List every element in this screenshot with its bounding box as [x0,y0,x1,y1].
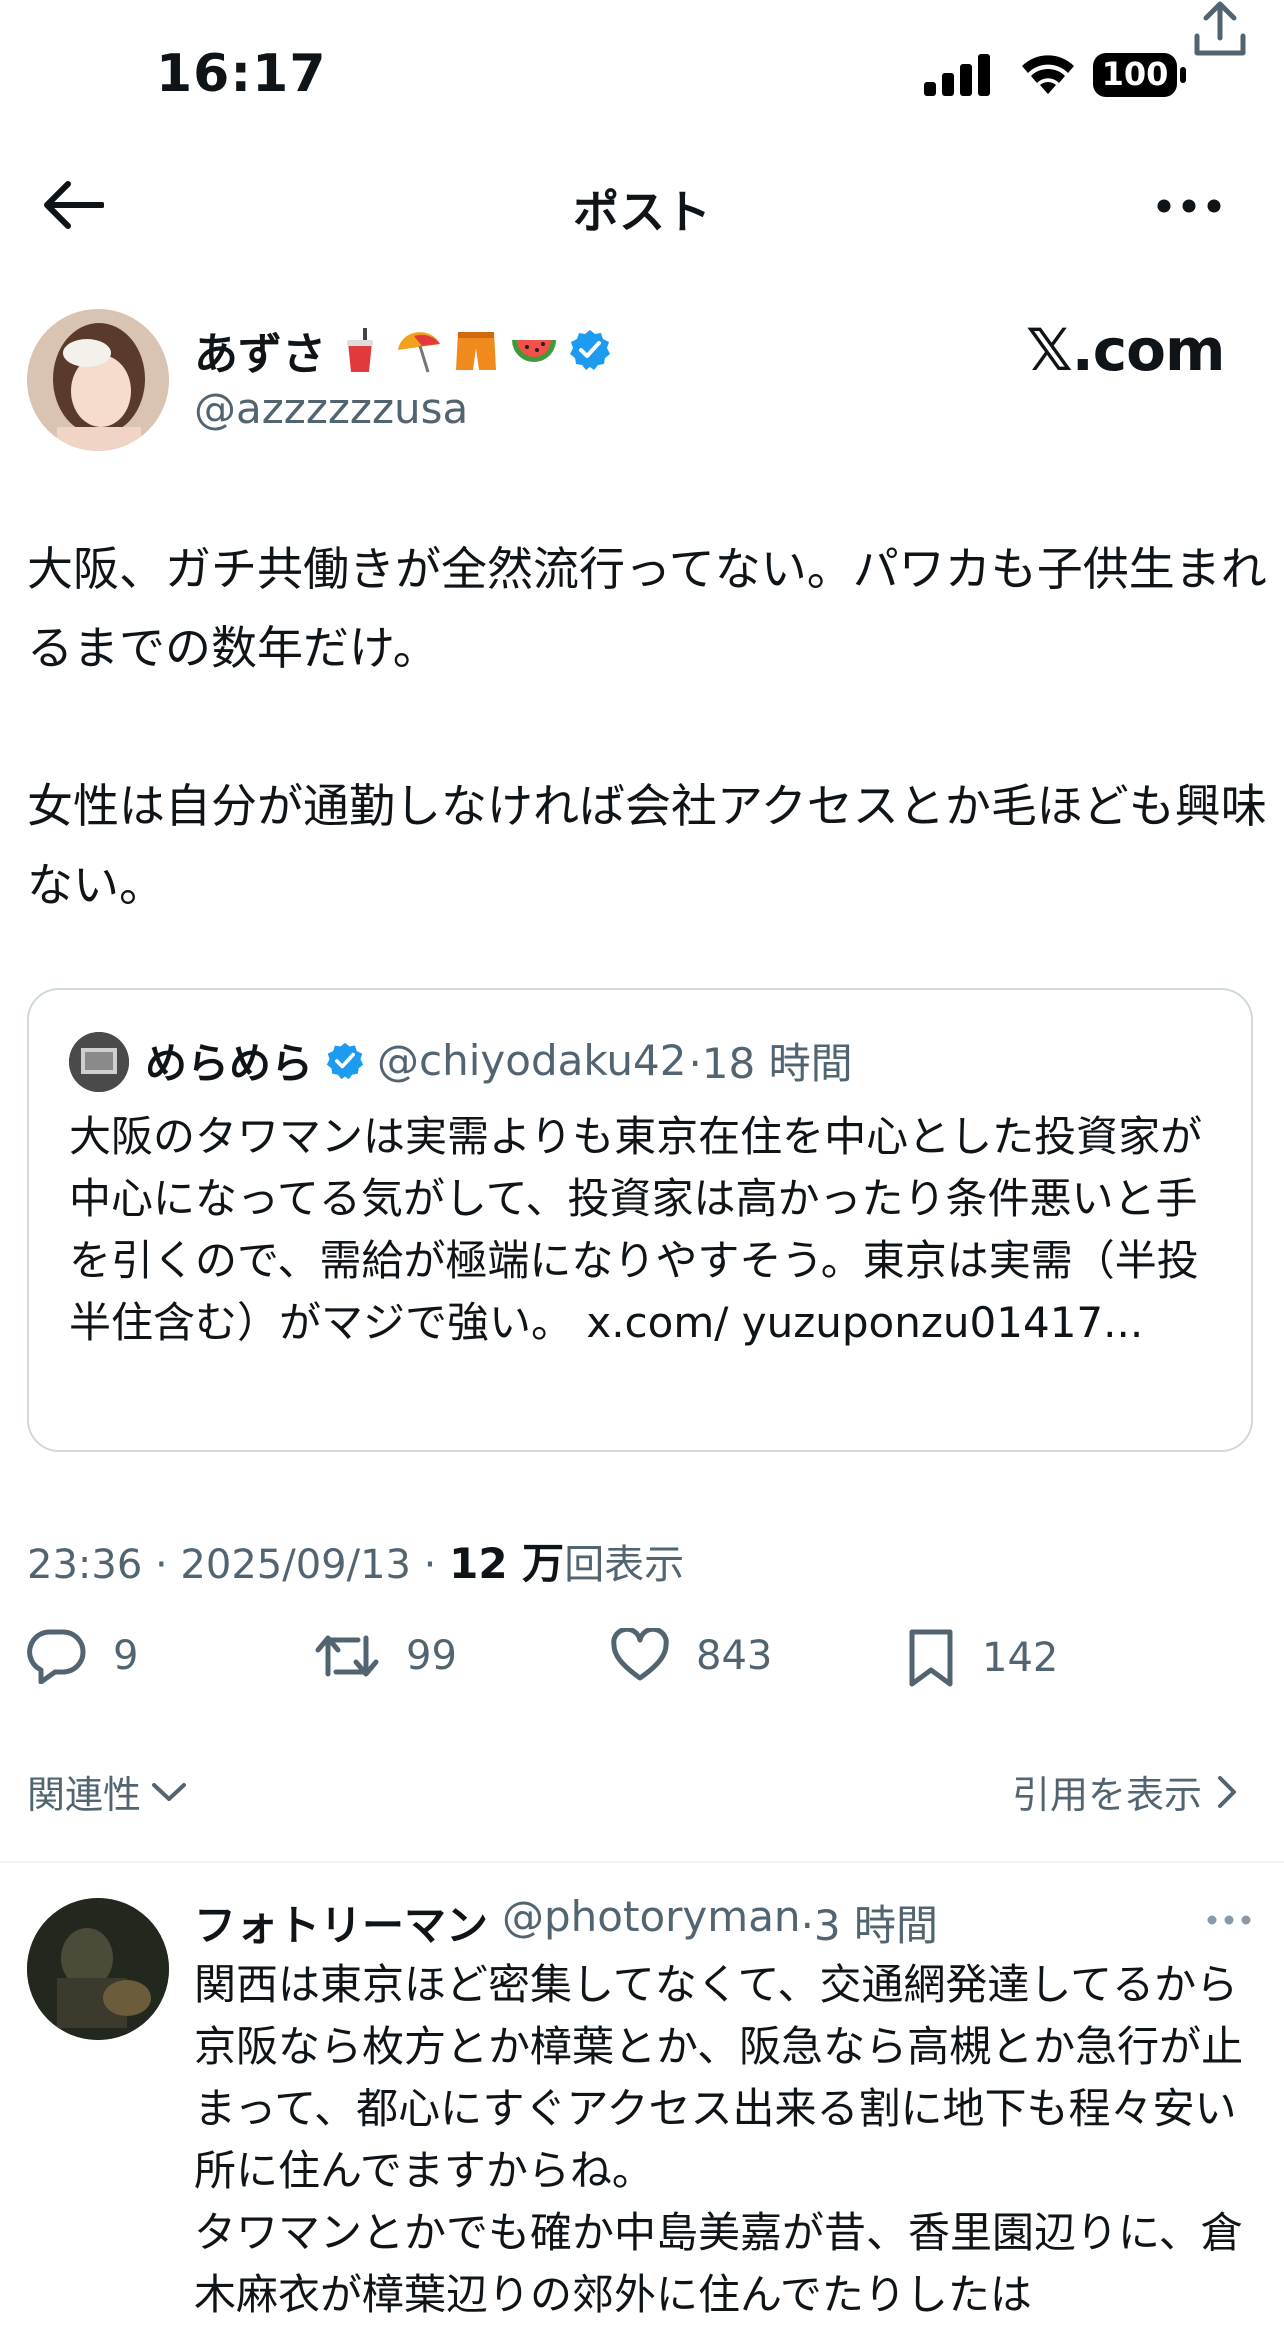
reply-header: フォトリーマン @photoryman ·3 時間 [194,1892,938,1953]
post-paragraph: 女性は自分が通勤しなければ会社アクセスとか毛ほども興味ない。 [27,779,1267,912]
view-quotes-label: 引用を表示 [1012,1773,1203,1817]
wifi-icon [1022,55,1074,94]
quoted-post-text: 大阪のタワマンは実需よりも東京在住を中心とした投資家が中心になってる気がして、投… [69,1112,1203,1347]
bookmark-count: 142 [982,1635,1059,1681]
post-text: 大阪、ガチ共働きが全然流行ってない。パワカも子供生まれるまでの数年だけ。 女性は… [27,530,1267,925]
sort-label: 関連性 [27,1773,142,1817]
bookmark-button[interactable]: 142 [906,1628,1058,1688]
cellular-signal-icon [924,54,990,96]
quoted-author-avatar [69,1032,129,1092]
x-brand-label: 𝕏.com [1026,316,1225,384]
author-handle[interactable]: @azzzzzzusa [194,384,468,433]
reply-author-handle[interactable]: @photoryman [502,1892,801,1953]
battery-level: 100 [1101,55,1169,93]
quoted-author-handle: @chiyodaku42 [377,1036,687,1085]
quoted-post-time: ·18 時間 [688,1039,853,1088]
reply-count: 9 [113,1633,139,1679]
quoted-author-name: めらめら [145,1039,314,1088]
battery-indicator: 100 [1092,52,1188,102]
swim-shorts-icon [456,332,496,370]
reply-button[interactable]: 9 [27,1628,138,1684]
quoted-post-header: めらめら @chiyodaku42 ·18 時間 [145,1030,853,1091]
page-title: ポスト [573,185,711,239]
verified-badge-icon [570,330,610,370]
reply-author-name[interactable]: フォトリーマン [194,1892,488,1953]
author-avatar[interactable] [27,309,169,451]
repost-button[interactable]: 99 [314,1628,457,1684]
post-timestamp: 23:36 · 2025/09/13 · [27,1542,450,1588]
reply-more-icon[interactable] [1206,1914,1252,1926]
author-avatar-image [27,309,169,451]
chevron-down-icon [152,1782,187,1801]
view-count-label: 回表示 [564,1542,685,1588]
bookmark-icon [909,1629,953,1687]
chevron-right-icon [1218,1775,1237,1808]
status-time: 16:17 [156,44,327,104]
post-paragraph: 大阪、ガチ共働きが全然流行ってない。パワカも子供生まれるまでの数年だけ。 [27,542,1267,675]
quoted-post-card[interactable]: めらめら @chiyodaku42 ·18 時間 大阪のタワマンは実需よりも東京… [27,988,1253,1452]
sort-dropdown[interactable]: 関連性 [27,1764,187,1819]
view-count: 12 万 [449,1539,565,1588]
repost-count: 99 [406,1633,457,1679]
divider [0,1861,1284,1863]
drink-cup-icon [347,328,373,372]
post-meta: 23:36 · 2025/09/13 · 12 万回表示 [27,1530,684,1591]
author-name: あずさ [194,329,326,380]
beach-umbrella-icon [398,332,440,373]
author-name-row[interactable]: あずさ [194,318,612,382]
quoted-avatar-image [69,1032,129,1092]
repost-icon [315,1635,379,1677]
more-options-icon[interactable] [1154,196,1224,216]
heart-icon [611,1628,669,1681]
reply-text: 関西は東京ほど密集してなくて、交通網発達してるから 京阪なら枚方とか樟葉とか、阪… [194,1960,1244,2319]
reply-time: ·3 時間 [800,1901,938,1950]
reply-icon [27,1629,86,1684]
reply-author-avatar[interactable] [27,1898,169,2040]
reply-avatar-image [27,1898,169,2040]
share-icon[interactable] [1192,0,1248,58]
watermelon-icon [512,340,556,362]
like-count: 843 [696,1633,773,1679]
view-quotes-link[interactable]: 引用を表示 [1012,1764,1238,1819]
verified-badge-icon [326,1042,364,1079]
like-button[interactable]: 843 [610,1628,772,1684]
